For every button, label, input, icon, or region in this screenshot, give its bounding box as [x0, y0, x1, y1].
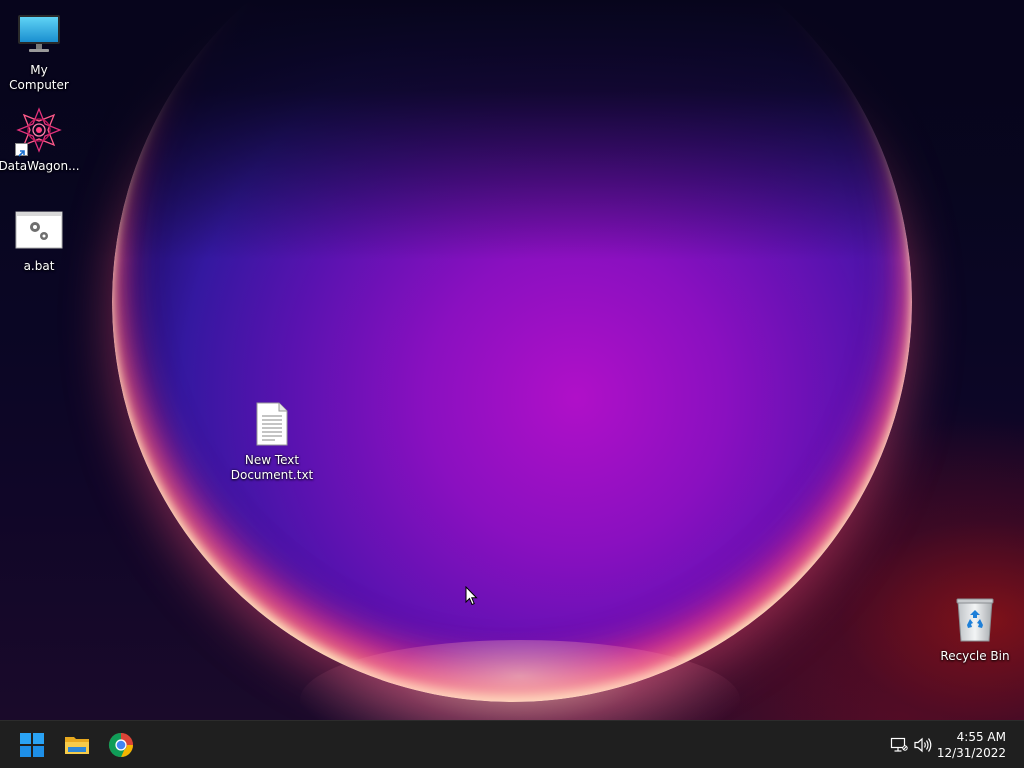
batch-file-icon [15, 206, 63, 254]
desktop-icon-my-computer[interactable]: My Computer [0, 10, 78, 93]
desktop[interactable]: My Computer DataWagon... a.bat New Text … [0, 0, 1024, 768]
desktop-icon-label: My Computer [9, 63, 69, 92]
recycle-bin-icon [951, 596, 999, 644]
taskbar-file-explorer-button[interactable] [60, 728, 94, 762]
wallpaper [0, 0, 1024, 720]
folder-icon [65, 737, 89, 754]
taskbar-clock[interactable]: 4:55 AM 12/31/2022 [937, 729, 1006, 761]
monitor-icon [15, 10, 63, 58]
shortcut-arrow-icon [15, 143, 28, 157]
datawagon-app-icon [15, 106, 63, 157]
desktop-icon-a-bat[interactable]: a.bat [0, 206, 78, 274]
desktop-icon-label: New Text Document.txt [230, 453, 314, 482]
clock-date: 12/31/2022 [936, 746, 1006, 760]
desktop-icon-recycle-bin[interactable]: Recycle Bin [936, 596, 1014, 664]
taskbar: 4:55 AM 12/31/2022 [0, 720, 1024, 768]
desktop-icon-label: Recycle Bin [940, 649, 1010, 663]
clock-time: 4:55 AM [956, 730, 1006, 744]
desktop-icon-new-text-document[interactable]: New Text Document.txt [230, 400, 314, 483]
desktop-icon-label: a.bat [23, 259, 55, 273]
text-file-icon [248, 400, 296, 448]
volume-icon[interactable] [913, 735, 933, 755]
taskbar-chrome-button[interactable] [104, 728, 138, 762]
windows-start-icon [20, 733, 44, 757]
network-icon[interactable] [889, 735, 909, 755]
desktop-icon-datawagon[interactable]: DataWagon... [0, 106, 80, 174]
start-button[interactable] [15, 728, 49, 762]
mouse-cursor-icon [465, 585, 479, 606]
chrome-icon [108, 733, 133, 758]
desktop-icon-label: DataWagon... [0, 159, 80, 173]
